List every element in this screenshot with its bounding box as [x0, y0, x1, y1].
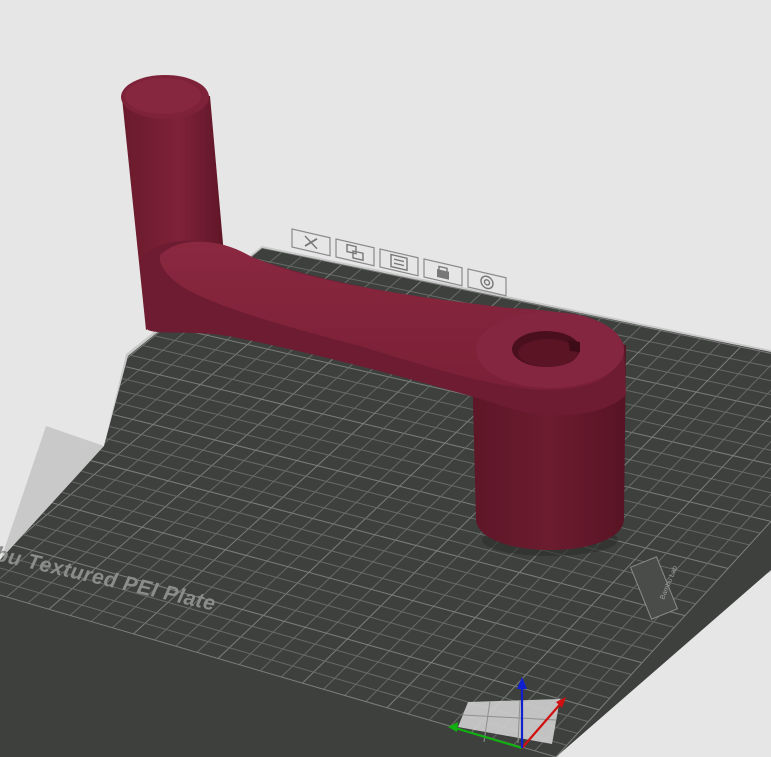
3d-viewport[interactable]: bu Textured PEI Plate Bambu Lab — [0, 0, 771, 757]
bore-hole — [512, 331, 580, 367]
close-plate-button[interactable] — [291, 228, 331, 257]
arrange-button[interactable] — [335, 238, 375, 267]
scene-canvas[interactable]: bu Textured PEI Plate Bambu Lab — [0, 0, 771, 757]
